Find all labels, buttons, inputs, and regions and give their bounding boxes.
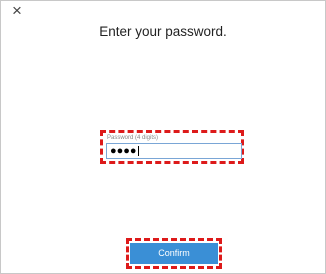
password-input[interactable]: ●●●●	[106, 143, 242, 159]
password-field-label: Password (4 digits)	[107, 135, 159, 141]
confirm-button[interactable]: Confirm	[130, 243, 218, 264]
password-masked-value: ●●●●	[110, 145, 139, 157]
text-caret	[137, 146, 139, 157]
close-icon[interactable]: ×	[8, 2, 26, 20]
password-dialog: × Enter your password. Password (4 digit…	[0, 0, 326, 274]
dialog-title: Enter your password.	[99, 24, 227, 39]
